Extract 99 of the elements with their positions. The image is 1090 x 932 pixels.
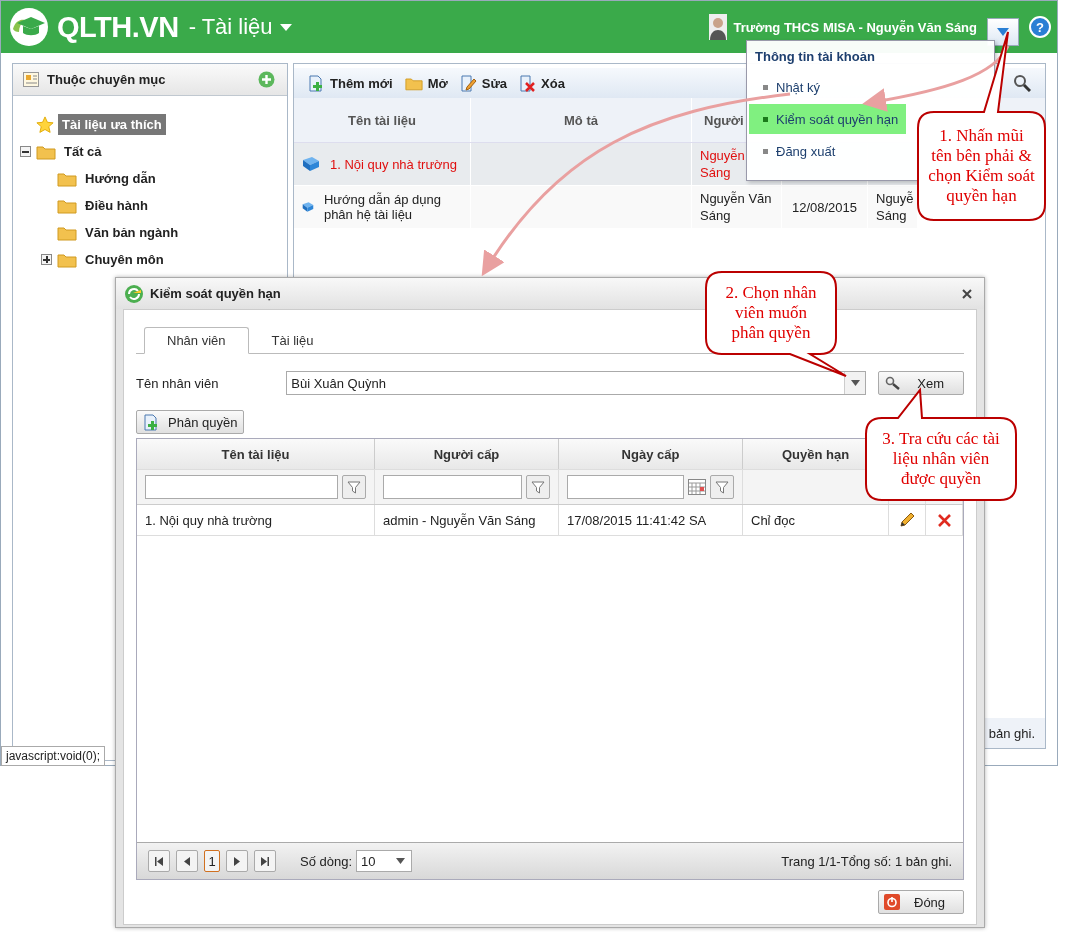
first-page-button[interactable] — [148, 850, 170, 872]
table-cell: 1. Nội quy nhà trường — [330, 156, 458, 172]
funnel-icon — [715, 480, 729, 494]
tree-item[interactable]: Điều hành — [81, 195, 152, 216]
callout-text: 3. Tra cứu các tài liệu nhân viên được quyền — [881, 429, 1001, 489]
search-icon[interactable] — [1013, 74, 1031, 92]
table-cell: 17/08/2015 11:41:42 SA — [567, 512, 707, 528]
folder-icon — [57, 224, 77, 241]
delete-document-icon — [519, 74, 537, 92]
rows-label: Số dòng: — [300, 853, 353, 869]
column-header[interactable]: Mô tả — [564, 112, 598, 128]
panel-title: Thuộc chuyên mục — [47, 72, 167, 87]
first-page-icon — [155, 856, 163, 866]
column-header[interactable]: Ngày cấp — [621, 446, 680, 462]
table-cell: admin - Nguyễn Văn Sáng — [383, 512, 536, 528]
filter-button[interactable] — [710, 475, 734, 499]
toolbar-button[interactable]: Mở — [400, 73, 452, 93]
delete-icon[interactable] — [937, 513, 951, 527]
menu-title: Thông tin tài khoản — [754, 48, 876, 66]
add-document-icon — [143, 413, 160, 431]
tree-item[interactable]: Tài liệu ưa thích — [58, 114, 166, 135]
refresh-icon — [124, 283, 144, 304]
previous-icon — [184, 856, 190, 866]
calendar-icon[interactable] — [688, 479, 706, 495]
menu-item[interactable]: Kiểm soát quyền hạn — [749, 104, 907, 134]
search-icon — [885, 376, 902, 390]
table-cell: Nguyễn Văn Sáng — [700, 190, 772, 224]
caret-icon — [396, 858, 406, 864]
table-cell: Nguyễ Sáng — [876, 190, 914, 224]
table-cell: Nguyễn Sáng — [700, 147, 745, 181]
folder-icon — [57, 170, 77, 187]
menu-item[interactable]: Nhật ký — [749, 72, 901, 102]
column-header[interactable]: Tên tài liệu — [221, 446, 290, 462]
help-button[interactable]: ? — [1029, 16, 1051, 38]
table-cell-text: Hướng dẫn áp dụng phân hệ tài liệu — [323, 192, 442, 222]
star-icon — [36, 115, 54, 134]
page-button[interactable]: 1 — [204, 850, 220, 872]
category-icon — [23, 72, 39, 87]
caret-icon — [997, 28, 1009, 36]
table-cell: 12/08/2015 — [791, 199, 858, 215]
account-menu-button[interactable] — [987, 18, 1019, 46]
add-document-icon — [308, 74, 325, 92]
folder-icon — [36, 143, 56, 160]
tree-item[interactable]: Văn bản ngành — [81, 222, 183, 243]
expand-button[interactable] — [41, 254, 52, 265]
caret-icon — [850, 380, 860, 386]
filter-field[interactable] — [383, 475, 522, 499]
tree-item[interactable]: Tất cả — [60, 141, 106, 162]
power-icon — [884, 894, 900, 910]
pencil-icon[interactable] — [899, 512, 915, 528]
filter-field[interactable] — [567, 475, 684, 499]
folder-icon — [57, 251, 77, 268]
folder-icon — [404, 75, 423, 91]
edit-document-icon — [459, 74, 477, 92]
dialog-title: Kiểm soát quyền hạn — [150, 286, 281, 301]
rows-select[interactable]: 10 — [356, 850, 413, 872]
status-tooltip: javascript:void(0); — [1, 746, 106, 766]
app-logo: QLTH.VN — [57, 10, 179, 44]
tree-item[interactable]: Hướng dẫn — [81, 168, 160, 189]
page-summary: Trang 1/1-Tổng số: 1 bản ghi. — [781, 853, 952, 869]
toolbar-button[interactable]: Xóa — [515, 72, 569, 94]
folder-icon — [57, 197, 77, 214]
collapse-button[interactable] — [20, 146, 31, 157]
callout-text: 2. Chọn nhân viên muốn phân quyền — [724, 283, 818, 343]
graduation-cap-logo-icon — [7, 7, 51, 47]
close-icon[interactable] — [962, 288, 972, 299]
table-cell: Chỉ đọc — [751, 512, 796, 528]
book-icon — [302, 156, 320, 172]
column-header[interactable]: Quyền hạn — [781, 446, 850, 462]
tab[interactable]: Tài liệu — [248, 327, 337, 354]
next-page-button[interactable] — [226, 850, 248, 872]
caret-icon[interactable] — [278, 22, 293, 32]
column-header[interactable]: Tên tài liệu — [348, 112, 416, 128]
funnel-icon — [347, 480, 361, 494]
table-row[interactable]: Hướng dẫn áp dụng phân hệ tài liệu Nguyễn Văn Sáng 12/08/2015 Nguyễ Sáng — [294, 186, 918, 229]
toolbar-button[interactable]: Thêm mới — [304, 72, 397, 94]
employee-select[interactable]: Bùi Xuân Quỳnh — [286, 371, 867, 395]
column-header[interactable]: Người cấp — [433, 446, 500, 462]
avatar — [709, 14, 728, 40]
tab[interactable]: Nhân viên — [144, 327, 249, 354]
tree-item[interactable]: Chuyên môn — [81, 249, 168, 270]
previous-page-button[interactable] — [176, 850, 198, 872]
funnel-icon — [531, 480, 545, 494]
view-button[interactable]: Xem — [878, 371, 964, 395]
last-page-icon — [261, 856, 269, 866]
toolbar-button[interactable]: Sửa — [455, 72, 512, 94]
filter-button[interactable] — [342, 475, 366, 499]
callout-text: 1. Nhấn mũi tên bên phải & chọn Kiểm soát quyền hạn — [928, 126, 1035, 206]
book-icon — [302, 199, 314, 215]
field-label: Tên nhân viên — [136, 375, 220, 391]
grant-button[interactable]: Phân quyền — [136, 410, 245, 434]
filter-button[interactable] — [526, 475, 550, 499]
table-cell: 1. Nội quy nhà trường — [145, 512, 273, 528]
record-count: bản ghi. — [988, 725, 1035, 741]
column-header[interactable]: Người — [704, 112, 744, 128]
next-icon — [234, 856, 240, 866]
filter-field[interactable] — [145, 475, 338, 499]
close-button[interactable]: Đóng — [878, 890, 964, 914]
last-page-button[interactable] — [254, 850, 276, 872]
